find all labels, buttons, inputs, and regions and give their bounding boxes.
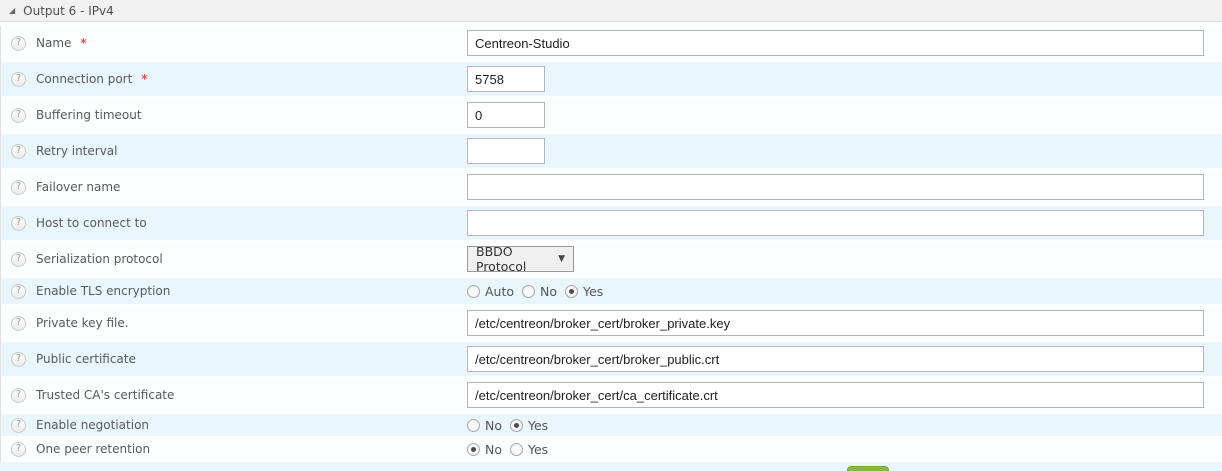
radio-option-yes[interactable]: Yes [565, 284, 603, 299]
radio-icon[interactable] [510, 419, 523, 432]
required-asterisk: * [141, 72, 147, 86]
row-failover-name: ? Failover name [1, 170, 1222, 206]
form-footer [0, 462, 1222, 471]
required-asterisk: * [80, 36, 86, 50]
field-label: Host to connect to [36, 216, 147, 230]
row-retry-interval: ? Retry interval [1, 134, 1222, 170]
field-label: Trusted CA's certificate [36, 388, 174, 402]
radio-icon[interactable] [565, 285, 578, 298]
label-col: ? Private key file. [1, 316, 467, 331]
field-label: One peer retention [36, 442, 150, 456]
field-label: Buffering timeout [36, 108, 142, 122]
radio-option-auto[interactable]: Auto [467, 284, 514, 299]
radio-option-no[interactable]: No [467, 442, 502, 457]
radio-label: Yes [583, 284, 603, 299]
serialization-protocol-select[interactable]: BBDO Protocol ▼ [467, 246, 574, 272]
help-icon[interactable]: ? [11, 316, 26, 331]
help-icon[interactable]: ? [11, 252, 26, 267]
field-label: Public certificate [36, 352, 136, 366]
help-icon[interactable]: ? [11, 442, 26, 457]
host-input[interactable] [467, 210, 1204, 236]
label-col: ? Serialization protocol [1, 252, 467, 267]
radio-label: No [485, 442, 502, 457]
one-peer-retention-radio-group: No Yes [467, 442, 556, 457]
section-header[interactable]: ◢ Output 6 - IPv4 [0, 0, 1222, 22]
label-col: ? Connection port * [1, 72, 467, 87]
radio-icon[interactable] [467, 285, 480, 298]
row-connection-port: ? Connection port * [1, 62, 1222, 98]
help-icon[interactable]: ? [11, 418, 26, 433]
collapse-triangle-icon[interactable]: ◢ [9, 7, 15, 15]
label-col: ? Retry interval [1, 144, 467, 159]
save-button[interactable] [847, 466, 889, 471]
radio-icon[interactable] [510, 443, 523, 456]
radio-icon[interactable] [467, 419, 480, 432]
buffering-timeout-input[interactable] [467, 102, 545, 128]
tls-radio-group: Auto No Yes [467, 284, 611, 299]
row-name: ? Name * [1, 26, 1222, 62]
row-public-certificate: ? Public certificate [1, 342, 1222, 378]
radio-icon[interactable] [467, 443, 480, 456]
form-rows: ? Name * ? Connection port * ? Buffering… [0, 26, 1222, 462]
field-label: Private key file. [36, 316, 129, 330]
help-icon[interactable]: ? [11, 180, 26, 195]
public-cert-input[interactable] [467, 346, 1204, 372]
label-col: ? Name * [1, 36, 467, 51]
connection-port-input[interactable] [467, 66, 545, 92]
row-one-peer-retention: ? One peer retention No Yes [1, 438, 1222, 462]
help-icon[interactable]: ? [11, 352, 26, 367]
label-col: ? Failover name [1, 180, 467, 195]
label-col: ? One peer retention [1, 442, 467, 457]
ca-cert-input[interactable] [467, 382, 1204, 408]
label-col: ? Trusted CA's certificate [1, 388, 467, 403]
help-icon[interactable]: ? [11, 108, 26, 123]
help-icon[interactable]: ? [11, 36, 26, 51]
row-host-to-connect: ? Host to connect to [1, 206, 1222, 242]
select-value: BBDO Protocol [476, 244, 558, 274]
field-label: Enable negotiation [36, 418, 149, 432]
row-private-key: ? Private key file. [1, 306, 1222, 342]
help-icon[interactable]: ? [11, 72, 26, 87]
help-icon[interactable]: ? [11, 216, 26, 231]
radio-option-no[interactable]: No [467, 418, 502, 433]
label-col: ? Buffering timeout [1, 108, 467, 123]
field-label: Failover name [36, 180, 120, 194]
radio-label: Yes [528, 418, 548, 433]
negotiation-radio-group: No Yes [467, 418, 556, 433]
row-buffering-timeout: ? Buffering timeout [1, 98, 1222, 134]
label-col: ? Enable TLS encryption [1, 284, 467, 299]
radio-label: Yes [528, 442, 548, 457]
radio-label: No [540, 284, 557, 299]
field-label: Retry interval [36, 144, 118, 158]
radio-option-yes[interactable]: Yes [510, 442, 548, 457]
help-icon[interactable]: ? [11, 144, 26, 159]
row-trusted-ca: ? Trusted CA's certificate [1, 378, 1222, 414]
label-col: ? Host to connect to [1, 216, 467, 231]
help-icon[interactable]: ? [11, 284, 26, 299]
label-col: ? Enable negotiation [1, 418, 467, 433]
radio-label: No [485, 418, 502, 433]
field-label: Connection port [36, 72, 132, 86]
name-input[interactable] [467, 30, 1204, 56]
row-enable-negotiation: ? Enable negotiation No Yes [1, 414, 1222, 438]
help-icon[interactable]: ? [11, 388, 26, 403]
retry-interval-input[interactable] [467, 138, 545, 164]
row-serialization-protocol: ? Serialization protocol BBDO Protocol ▼ [1, 242, 1222, 278]
radio-option-no[interactable]: No [522, 284, 557, 299]
radio-icon[interactable] [522, 285, 535, 298]
field-label: Enable TLS encryption [36, 284, 170, 298]
private-key-input[interactable] [467, 310, 1204, 336]
field-label: Serialization protocol [36, 252, 163, 266]
field-label: Name [36, 36, 71, 50]
radio-label: Auto [485, 284, 514, 299]
label-col: ? Public certificate [1, 352, 467, 367]
section-title: Output 6 - IPv4 [23, 4, 114, 18]
radio-option-yes[interactable]: Yes [510, 418, 548, 433]
chevron-down-icon: ▼ [558, 254, 565, 264]
row-enable-tls: ? Enable TLS encryption Auto No Yes [1, 278, 1222, 306]
failover-name-input[interactable] [467, 174, 1204, 200]
